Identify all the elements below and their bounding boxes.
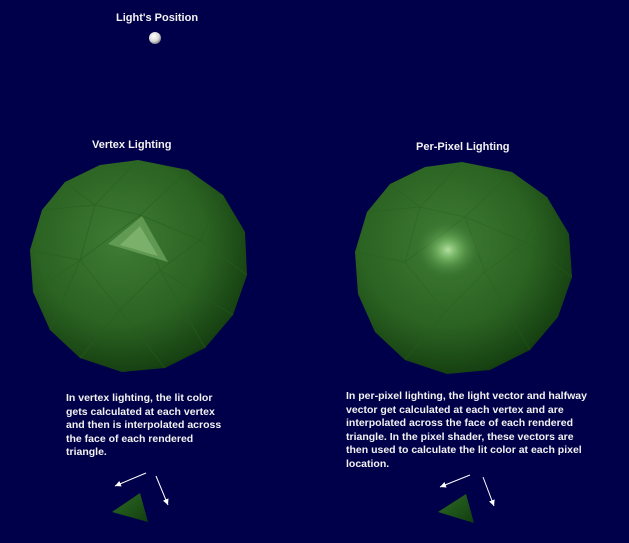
vertex-lit-sphere [29,159,248,372]
vertex-triangle-icon [112,493,148,522]
per-pixel-vectors-diagram [438,474,495,523]
perpixel-line-3: interpolated across the face of each ren… [346,417,573,430]
vertex-line-1: In vertex lighting, the lit color [66,392,213,404]
per-pixel-highlight [416,222,480,278]
perpixel-line-1: In per-pixel lighting, the light vector … [346,390,587,402]
perpixel-line-6: location. [346,457,390,470]
per-pixel-lighting-title: Per-Pixel Lighting [416,141,510,153]
vertex-line-4: the face of each rendered [66,432,194,445]
per-pixel-lighting-description: In per-pixel lighting, the light vector … [346,390,587,472]
vertex-line-5: triangle. [66,446,107,459]
vertex-line-2: gets calculated at each vertex [66,405,215,418]
vertex-lighting-title: Vertex Lighting [92,139,172,151]
vertex-vectors-diagram [112,472,169,522]
vertex-line-3: and then is interpolated across [66,419,222,432]
perpixel-line-5: then used to calculate the lit color at … [346,444,582,457]
per-pixel-triangle-icon [438,494,474,523]
perpixel-line-4: triangle. In the pixel shader, these vec… [346,430,574,443]
vertex-lighting-description: In vertex lighting, the lit color gets c… [66,392,221,460]
light-sphere [149,32,161,44]
perpixel-line-2: vector get calculated at each vertex and… [346,403,564,416]
per-pixel-lit-sphere [354,161,573,374]
